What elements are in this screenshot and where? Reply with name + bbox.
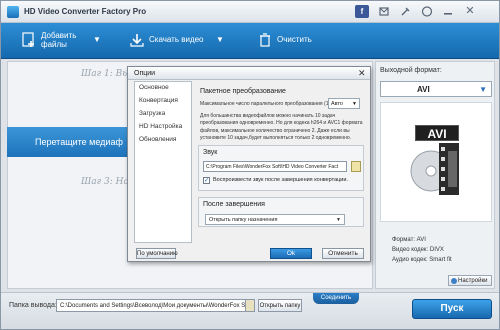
dialog-title: Опции	[134, 70, 156, 77]
after-completion-value: Открыть папку назначения	[209, 217, 278, 223]
output-folder-label: Папка вывода:	[9, 302, 57, 309]
max-parallel-label: Максимальное число паралельного преобраз…	[200, 101, 338, 107]
merge-button[interactable]: Соединить	[313, 293, 359, 304]
dialog-title-bar: Опции ✕	[128, 67, 370, 80]
sound-path-field[interactable]: C:\Program Files\WonderFox Soft\HD Video…	[203, 161, 347, 172]
add-files-button[interactable]: Добавить файлы ▼	[21, 29, 107, 53]
options-content: Пакетное преобразование Максимальное чис…	[194, 81, 366, 243]
play-sound-checkbox[interactable]: ✓	[203, 177, 210, 184]
output-format-title: Выходной формат:	[380, 67, 442, 74]
close-icon[interactable]: ✕	[358, 68, 366, 79]
help-icon[interactable]	[420, 5, 434, 18]
avi-tag: AVI	[415, 125, 459, 141]
after-completion-group: После завершения Открыть папку назначени…	[198, 197, 364, 227]
batch-description: Для большинства видеофайлов можно начина…	[200, 113, 363, 142]
chevron-down-icon[interactable]: ▼	[216, 35, 224, 44]
register-icon[interactable]	[377, 5, 391, 18]
options-dialog: Опции ✕ Основное Конвертация Загрузка HD…	[127, 66, 371, 262]
settings-icon[interactable]	[398, 5, 412, 18]
output-format-panel: Выходной формат: AVI ▼ AVI Формат: AVI В…	[375, 61, 495, 289]
ok-button[interactable]: Ok	[270, 248, 312, 259]
settings-label: Настройки	[458, 278, 488, 284]
batch-title: Пакетное преобразование	[200, 88, 286, 95]
app-title: HD Video Converter Factory Pro	[24, 7, 147, 16]
minimize-icon[interactable]	[441, 5, 455, 18]
nav-item-general[interactable]: Основное	[135, 82, 191, 94]
nav-item-download[interactable]: Загрузка	[135, 108, 191, 120]
drop-media-banner[interactable]: Перетащите медиаф	[7, 127, 131, 157]
main-window: HD Video Converter Factory Pro f ✕ Добав…	[0, 0, 500, 330]
folder-icon[interactable]	[351, 161, 361, 172]
cancel-button[interactable]: Отменить	[322, 248, 364, 259]
nav-item-hd-settings[interactable]: HD Настройка	[135, 121, 191, 133]
output-format-select[interactable]: AVI ▼	[380, 81, 492, 97]
bottom-bar: Папка вывода: C:\Documents and Settings\…	[1, 292, 499, 329]
gear-icon	[451, 278, 457, 284]
main-toolbar: Добавить файлы ▼ Скачать видео ▼ Очистит…	[1, 23, 499, 59]
add-files-icon	[22, 32, 34, 47]
app-logo-icon	[7, 6, 19, 18]
sound-group: Звук C:\Program Files\WonderFox Soft\HD …	[198, 145, 364, 191]
output-format-value: AVI	[417, 85, 430, 94]
nav-item-conversion[interactable]: Конвертация	[135, 95, 191, 107]
chevron-down-icon: ▼	[352, 101, 357, 107]
download-video-button[interactable]: Скачать видео ▼	[129, 29, 229, 53]
download-video-label: Скачать видео	[149, 35, 204, 44]
folder-icon[interactable]	[245, 299, 255, 312]
options-nav: Основное Конвертация Загрузка HD Настрой…	[134, 81, 192, 243]
avi-format-icon: AVI	[409, 125, 465, 199]
default-button[interactable]: По умолчанию	[136, 248, 178, 259]
step3-hint: Шаг 3: На	[81, 177, 129, 187]
clear-button[interactable]: Очистить	[257, 29, 327, 53]
format-preview: AVI	[380, 102, 492, 222]
close-icon[interactable]: ✕	[463, 5, 477, 18]
title-bar: HD Video Converter Factory Pro f ✕	[1, 1, 499, 23]
chevron-down-icon[interactable]: ▼	[93, 35, 101, 44]
video-codec-info: Видео кодек: DIVX	[392, 247, 444, 253]
chevron-down-icon: ▼	[479, 85, 487, 94]
play-sound-label: Воспроизвести звук после завершения конв…	[213, 177, 348, 183]
trash-icon	[260, 33, 270, 47]
open-folder-button[interactable]: Открыть папку	[258, 299, 302, 312]
facebook-icon[interactable]: f	[355, 5, 369, 18]
max-parallel-select[interactable]: Авто ▼	[328, 98, 360, 109]
add-files-label: Добавить файлы	[41, 31, 77, 49]
after-completion-select[interactable]: Открыть папку назначения ▼	[205, 214, 345, 225]
after-completion-title: После завершения	[203, 201, 265, 208]
output-folder-field[interactable]: C:\Documents and Settings\Всеволод\Мои д…	[56, 299, 249, 312]
max-parallel-value: Авто	[331, 101, 343, 107]
clear-label: Очистить	[277, 35, 312, 44]
download-icon	[130, 34, 144, 47]
sound-title: Звук	[203, 149, 218, 156]
chevron-down-icon: ▼	[336, 217, 341, 223]
format-settings-button[interactable]: Настройки	[448, 275, 492, 286]
format-info: Формат: AVI	[392, 237, 426, 243]
run-button[interactable]: Пуск	[412, 299, 492, 319]
nav-item-updates[interactable]: Обновления	[135, 134, 191, 146]
audio-codec-info: Аудио кодек: Smart fit	[392, 257, 452, 263]
